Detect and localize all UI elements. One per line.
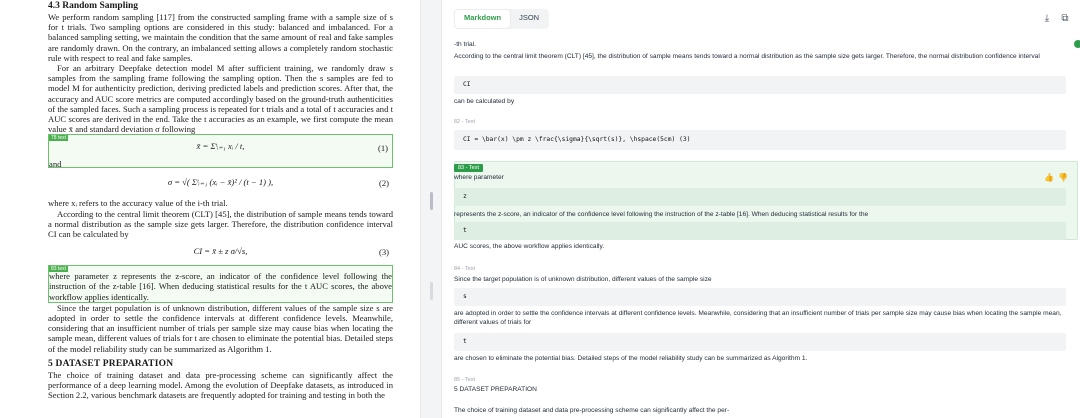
output-toolbar: Markdown JSON ⤓ ⧉ <box>442 0 1080 38</box>
paragraph: where parameter z represents the z-score… <box>49 271 392 302</box>
highlighted-text-block[interactable]: 83 text where parameter z represents the… <box>48 265 393 303</box>
code-block: CI <box>454 76 1066 94</box>
equation: x̄ = Σᵗᵢ₌₁ xᵢ / t, (1) <box>49 135 392 159</box>
equation-math: σ = √( Σᵗᵢ₌₁ (xᵢ − x̄)² / (t − 1) ), <box>167 177 274 188</box>
equation-number: (3) <box>378 247 389 258</box>
paragraph: For an arbitrary Deepfake detection mode… <box>48 63 393 135</box>
text-line: can be calculated by <box>454 98 515 105</box>
tab-json[interactable]: JSON <box>510 10 548 28</box>
equation-math: CI = x̄ ± z σ/√s, <box>193 246 248 257</box>
equation-number: (1) <box>377 143 388 154</box>
thumbs-up-icon[interactable]: 👍 <box>1044 173 1054 182</box>
text-line: AUC scores, the above workflow applies i… <box>454 243 605 250</box>
text-line: -th trial. <box>454 41 476 48</box>
block-label: 82 - Text <box>454 119 475 125</box>
paragraph: where xᵢ refers to the accuracy value of… <box>48 198 228 209</box>
equation: σ = √( Σᵗᵢ₌₁ (xᵢ − x̄)² / (t − 1) ), (2) <box>48 168 393 198</box>
code-block: CI = \bar(x) \pm z \frac{\sigma}{\sqrt(s… <box>454 130 1066 150</box>
text-line: represents the z-score, an indicator of … <box>454 211 869 218</box>
block-label: 84 - Text <box>454 266 475 272</box>
tab-markdown[interactable]: Markdown <box>455 10 511 28</box>
section-heading: 4.3 Random Sampling <box>48 1 139 11</box>
splitter-handle[interactable] <box>430 192 433 210</box>
block-badge: 83 - Text <box>454 164 483 172</box>
code-block: t <box>454 222 1066 240</box>
code-block: z <box>454 188 1066 206</box>
text-line: 5 DATASET PREPARATION <box>454 386 537 393</box>
text-line: Since the target population is of unknow… <box>454 276 712 283</box>
splitter-handle[interactable] <box>430 282 433 300</box>
text-line: are chosen to eliminate the potential bi… <box>454 355 808 362</box>
text-line: where parameter <box>454 174 504 181</box>
paragraph: The choice of training dataset and data … <box>48 369 393 401</box>
download-icon[interactable]: ⤓ <box>1040 12 1054 26</box>
thumbs-down-icon[interactable]: 👎 <box>1058 173 1068 182</box>
block-tag: 83 text <box>49 266 69 273</box>
paragraph: We perform random sampling [117] from th… <box>48 12 393 63</box>
block-label: 85 - Text <box>454 377 475 383</box>
output-panel: Markdown JSON ⤓ ⧉ -th trial. According t… <box>442 0 1080 418</box>
text-line: are adopted in order to settle the confi… <box>454 310 1062 326</box>
paragraph: Since the target population is of unknow… <box>48 302 393 354</box>
code-block: s <box>454 288 1066 306</box>
pdf-viewer[interactable]: 4.3 Random Sampling We perform random sa… <box>0 0 420 418</box>
section-heading: 5 DATASET PREPARATION <box>48 358 174 369</box>
status-indicator <box>1074 40 1080 48</box>
equation: CI = x̄ ± z σ/√s, (3) <box>48 239 393 265</box>
equation-number: (2) <box>378 178 389 189</box>
equation-math: x̄ = Σᵗᵢ₌₁ xᵢ / t, <box>196 141 245 152</box>
highlighted-equation-block[interactable]: 78 text x̄ = Σᵗᵢ₌₁ xᵢ / t, (1) and <box>48 134 393 169</box>
text-line: The choice of training dataset and data … <box>454 407 730 414</box>
pdf-page: 4.3 Random Sampling We perform random sa… <box>48 0 393 400</box>
pane-splitter[interactable] <box>420 0 442 418</box>
text-line: According to the central limit theorem (… <box>454 53 1040 60</box>
copy-icon[interactable]: ⧉ <box>1058 12 1072 26</box>
code-block: t <box>454 333 1066 351</box>
paragraph: According to the central limit theorem (… <box>48 208 393 240</box>
view-tabs: Markdown JSON <box>454 9 550 29</box>
